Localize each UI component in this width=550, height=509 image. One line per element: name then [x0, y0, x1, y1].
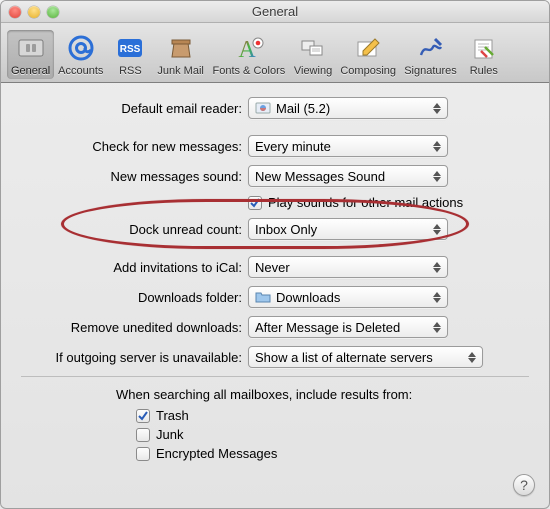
toolbar: General Accounts RSS RSS Junk Mail A Fon… — [1, 23, 549, 83]
toolbar-tab-composing[interactable]: Composing — [336, 30, 400, 79]
checkbox-icon — [136, 447, 150, 461]
rules-icon — [468, 32, 500, 64]
mail-app-icon — [255, 100, 271, 116]
svg-text:RSS: RSS — [120, 44, 141, 55]
label-downloads: Downloads folder: — [1, 290, 248, 305]
toolbar-tab-rules[interactable]: Rules — [461, 30, 507, 79]
checkbox-icon — [136, 428, 150, 442]
popup-downloads[interactable]: Downloads — [248, 286, 448, 308]
checkbox-play-sounds[interactable]: Play sounds for other mail actions — [248, 195, 483, 210]
label-check-messages: Check for new messages: — [1, 139, 248, 154]
checkbox-encrypted[interactable]: Encrypted Messages — [136, 446, 549, 461]
checkbox-trash[interactable]: Trash — [136, 408, 549, 423]
search-heading: When searching all mailboxes, include re… — [116, 387, 549, 402]
preferences-window: General General Accounts RSS RSS Junk Ma… — [0, 0, 550, 509]
popup-outgoing[interactable]: Show a list of alternate servers — [248, 346, 483, 368]
toolbar-tab-viewing[interactable]: Viewing — [290, 30, 336, 79]
toolbar-tab-general[interactable]: General — [7, 30, 54, 79]
signatures-icon — [414, 32, 446, 64]
toolbar-tab-junk[interactable]: Junk Mail — [153, 30, 207, 79]
switch-icon — [15, 32, 47, 64]
stepper-arrows-icon — [429, 258, 445, 276]
composing-icon — [352, 32, 384, 64]
label-sound: New messages sound: — [1, 169, 248, 184]
toolbar-tab-accounts[interactable]: Accounts — [54, 30, 107, 79]
stepper-arrows-icon — [429, 288, 445, 306]
folder-icon — [255, 289, 271, 305]
general-pane: Default email reader: Mail (5.2) Check f… — [1, 83, 549, 461]
stepper-arrows-icon — [429, 220, 445, 238]
label-default-reader: Default email reader: — [1, 101, 248, 116]
rss-icon: RSS — [114, 32, 146, 64]
popup-sound[interactable]: New Messages Sound — [248, 165, 448, 187]
close-button[interactable] — [9, 6, 21, 18]
label-outgoing: If outgoing server is unavailable: — [1, 350, 248, 365]
toolbar-tab-fonts[interactable]: A Fonts & Colors — [208, 30, 290, 79]
minimize-button[interactable] — [28, 6, 40, 18]
checkbox-icon — [136, 409, 150, 423]
stepper-arrows-icon — [464, 348, 480, 366]
at-icon — [65, 32, 97, 64]
junk-icon — [165, 32, 197, 64]
fonts-icon: A — [233, 32, 265, 64]
checkbox-icon — [248, 196, 262, 210]
stepper-arrows-icon — [429, 318, 445, 336]
window-title: General — [1, 4, 549, 19]
label-ical: Add invitations to iCal: — [1, 260, 248, 275]
checkbox-junk[interactable]: Junk — [136, 427, 549, 442]
toolbar-tab-signatures[interactable]: Signatures — [400, 30, 461, 79]
label-dock-count: Dock unread count: — [1, 222, 248, 237]
zoom-button[interactable] — [47, 6, 59, 18]
popup-ical[interactable]: Never — [248, 256, 448, 278]
stepper-arrows-icon — [429, 167, 445, 185]
toolbar-tab-rss[interactable]: RSS RSS — [107, 30, 153, 79]
popup-dock-count[interactable]: Inbox Only — [248, 218, 448, 240]
divider — [21, 376, 529, 377]
popup-default-reader[interactable]: Mail (5.2) — [248, 97, 448, 119]
viewing-icon — [297, 32, 329, 64]
popup-check-messages[interactable]: Every minute — [248, 135, 448, 157]
titlebar: General — [1, 1, 549, 23]
popup-remove-downloads[interactable]: After Message is Deleted — [248, 316, 448, 338]
help-icon: ? — [520, 477, 528, 493]
label-remove-downloads: Remove unedited downloads: — [1, 320, 248, 335]
stepper-arrows-icon — [429, 99, 445, 117]
stepper-arrows-icon — [429, 137, 445, 155]
help-button[interactable]: ? — [513, 474, 535, 496]
